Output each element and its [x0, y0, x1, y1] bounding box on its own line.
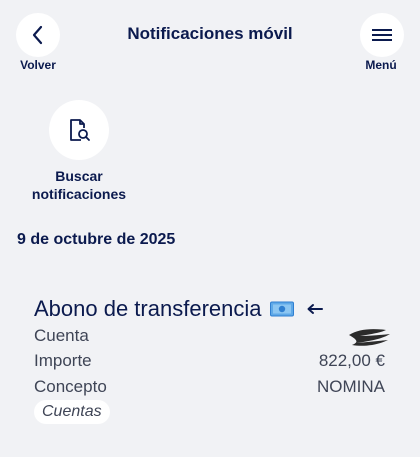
search-notifications-label[interactable]: Buscar notificaciones — [18, 167, 140, 203]
redacted-account-mark — [349, 329, 390, 346]
field-row-cuenta: Cuenta — [34, 326, 390, 348]
back-label: Volver — [20, 58, 56, 72]
money-icon — [269, 301, 294, 317]
date-heading: 9 de octubre de 2025 — [17, 231, 176, 248]
category-tag[interactable]: Cuentas — [34, 400, 110, 424]
menu-label: Menú — [365, 58, 397, 72]
search-label-line2: notificaciones — [31, 186, 127, 202]
field-label: Importe — [34, 351, 92, 370]
concept-value: NOMINA — [317, 377, 385, 396]
document-search-icon — [70, 119, 90, 141]
field-row-concepto: Concepto NOMINA — [34, 377, 385, 397]
hamburger-menu-icon — [372, 29, 392, 41]
field-label: Cuenta — [34, 326, 89, 345]
page-title: Notificaciones móvil — [127, 24, 293, 43]
search-label-line1: Buscar — [55, 168, 103, 184]
notification-title[interactable]: Abono de transferencia — [34, 296, 324, 322]
notification-title-text: Abono de transferencia — [34, 296, 262, 321]
field-row-importe: Importe 822,00 € — [34, 351, 385, 371]
search-notifications-button[interactable] — [49, 100, 109, 160]
menu-button[interactable] — [360, 13, 404, 57]
amount-value: 822,00 € — [318, 351, 385, 370]
arrow-left-icon — [307, 304, 323, 314]
field-label: Concepto — [34, 377, 107, 396]
